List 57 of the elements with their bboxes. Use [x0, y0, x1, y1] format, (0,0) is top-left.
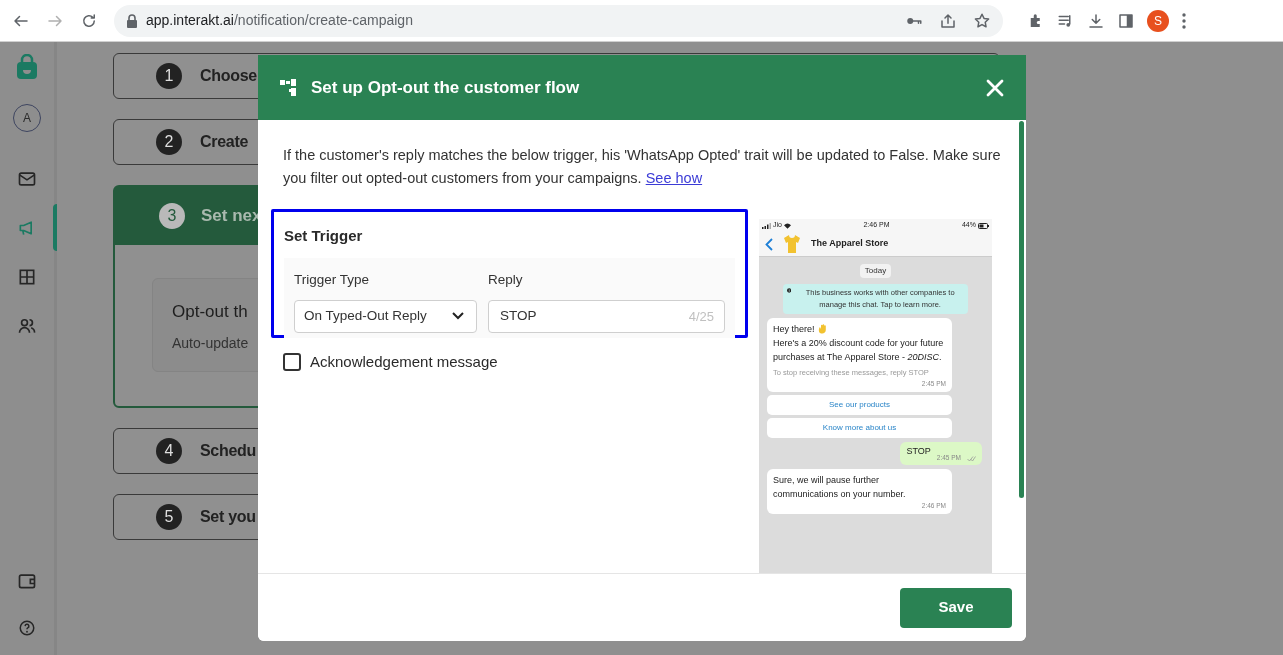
step-number: 1: [156, 63, 182, 89]
message-text: Hey there!: [773, 323, 815, 336]
quick-reply-button[interactable]: See our products: [767, 394, 952, 415]
description-text: If the customer's reply matches the below trigger, his 'WhatsApp Opted' trait will be updated to False. Make sure you filter out opted-out customers from your campaigns. See how: [283, 146, 1002, 188]
field-label: Reply: [488, 270, 524, 289]
side-panel-icon[interactable]: [1117, 11, 1135, 30]
waving-hand-icon: [817, 324, 827, 334]
wifi-icon: [783, 222, 791, 229]
acknowledgement-checkbox[interactable]: [283, 353, 301, 372]
address-bar[interactable]: app.interakt.ai/notification/create-campaign: [114, 4, 1003, 37]
flow-icon: [280, 79, 299, 96]
field-label: Trigger Type: [294, 270, 371, 289]
step-number: 4: [156, 438, 182, 464]
star-icon[interactable]: [973, 11, 991, 30]
wallet-icon[interactable]: [17, 571, 37, 591]
step-title: Schedu: [200, 441, 256, 461]
info-icon: [787, 287, 792, 294]
step-title: Create: [200, 132, 248, 152]
step-number: 5: [156, 504, 182, 530]
option-title: Opt-out th: [172, 301, 248, 323]
reload-icon[interactable]: [80, 11, 98, 30]
url-text: app.interakt.ai/notification/create-campaign: [146, 11, 413, 30]
save-button[interactable]: Save: [900, 587, 1012, 628]
checkbox-label: Acknowledgement message: [310, 352, 498, 372]
profile-avatar[interactable]: S: [1147, 9, 1169, 32]
tshirt-icon: [783, 234, 801, 254]
help-icon[interactable]: [18, 619, 36, 637]
lock-icon: [126, 13, 138, 28]
active-indicator: [53, 204, 57, 251]
share-icon[interactable]: [939, 11, 957, 30]
scrollbar-thumb[interactable]: [1019, 121, 1024, 498]
message-text: STOP: [906, 444, 931, 458]
message-text: Sure, we will pause further communications on your number.: [773, 474, 907, 502]
step-title: Set you: [200, 507, 256, 527]
download-icon[interactable]: [1087, 11, 1105, 30]
reply-field[interactable]: STOP 4/25: [488, 299, 725, 333]
step-number: 3: [159, 203, 185, 229]
step-number: 2: [156, 129, 182, 155]
step-title: Choose: [200, 66, 257, 86]
see-how-link[interactable]: See how: [645, 170, 703, 186]
message-text: Here's a 20% discount code for your future purchases at The Apparel Store - 20DISC.: [773, 337, 945, 364]
character-counter: 4/25: [688, 307, 714, 326]
section-title: Set Trigger: [284, 226, 364, 246]
bag-logo-icon: [16, 54, 38, 80]
signal-icon: [762, 222, 771, 229]
quick-reply-button[interactable]: Know more about us: [767, 417, 952, 438]
chevron-down-icon: [452, 312, 464, 321]
double-check-icon: [967, 456, 976, 463]
battery-icon: [978, 222, 989, 229]
close-icon[interactable]: [986, 78, 1004, 97]
back-chevron-icon[interactable]: [765, 237, 773, 251]
more-menu-icon[interactable]: [1181, 11, 1187, 30]
option-subtitle: Auto-update: [172, 333, 249, 353]
trigger-type-dropdown[interactable]: On Typed-Out Reply: [294, 299, 477, 333]
modal-title: Set up Opt-out the customer flow: [311, 76, 580, 99]
contact-name: The Apparel Store: [811, 237, 889, 251]
date-chip: Today: [859, 264, 892, 278]
